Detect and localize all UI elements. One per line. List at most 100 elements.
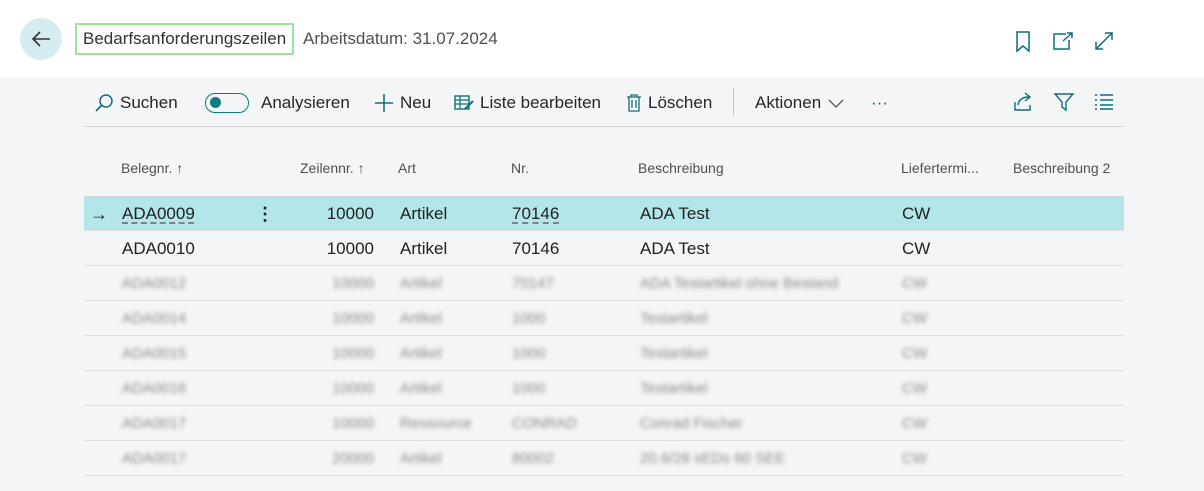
cell-no[interactable]: 1000	[512, 372, 545, 406]
table-row[interactable]: ADA0017 10000 Ressource CONRAD Conrad Fi…	[84, 407, 1124, 441]
trash-icon	[627, 94, 641, 112]
cell-description: 20.6/28 sEDs 60 SEE	[640, 450, 786, 467]
row-arrow-icon: →	[90, 204, 108, 224]
cell-line-no: 10000	[332, 275, 374, 292]
edit-list-icon	[454, 95, 474, 110]
cell-doc-no[interactable]: ADA0010	[122, 232, 195, 266]
more-options-button[interactable]: ···	[871, 84, 888, 122]
cell-line-no: 10000	[326, 239, 374, 258]
new-button[interactable]: Neu	[374, 84, 431, 122]
cell-doc-no[interactable]: ADA0009	[122, 197, 195, 231]
sort-ascending-icon: ↑	[176, 160, 184, 176]
cell-no[interactable]: 70146	[512, 232, 559, 266]
plus-icon	[375, 94, 393, 112]
cell-line-no: 10000	[326, 204, 374, 223]
cell-line-no: 10000	[332, 310, 374, 327]
column-label-doc-no: Belegnr.	[121, 160, 173, 176]
edit-list-label: Liste bearbeiten	[480, 93, 601, 112]
column-label-line-no: Zeilennr.	[300, 160, 354, 176]
table-row[interactable]: ADA0016 10000 Artikel 1000 Testartikel C…	[84, 372, 1124, 406]
cell-no[interactable]: 1000	[512, 302, 545, 336]
cell-delivery: CW	[902, 450, 927, 467]
cell-doc-no[interactable]: ADA0017	[122, 442, 186, 476]
table-row[interactable]: ADA0010 10000 Artikel 70146 ADA Test CW	[84, 232, 1124, 266]
table-row[interactable]: ADA0012 10000 Artikel 70147 ADA Testarti…	[84, 267, 1124, 301]
cell-doc-no[interactable]: ADA0016	[122, 372, 186, 406]
cell-line-no: 20000	[332, 450, 374, 467]
new-label: Neu	[400, 93, 432, 112]
bookmark-icon[interactable]	[1014, 31, 1032, 58]
cell-no[interactable]: 1000	[512, 337, 545, 371]
cell-doc-no[interactable]: ADA0012	[122, 267, 186, 301]
table-row[interactable]: ADA0015 10000 Artikel 1000 Testartikel C…	[84, 337, 1124, 371]
cell-description: ADA Test	[640, 239, 710, 258]
filter-icon[interactable]	[1053, 92, 1075, 117]
table-row[interactable]: → ADA0009 ⋮ 10000 Artikel 70146 ADA Test…	[84, 197, 1124, 231]
actions-label: Aktionen	[755, 93, 822, 112]
cell-description: ADA Testartikel ohne Bestand	[640, 275, 839, 292]
cell-type: Artikel	[400, 239, 448, 258]
cell-type: Artikel	[400, 450, 442, 467]
action-bar: Suchen Analysieren Neu Liste bearbeiten …	[84, 84, 1124, 127]
page-title: Bedarfsanforderungszeilen	[75, 23, 295, 55]
cell-delivery: CW	[902, 380, 927, 397]
cell-no[interactable]: 70147	[512, 267, 554, 301]
toolbar-divider	[733, 88, 734, 116]
cell-line-no: 10000	[332, 345, 374, 362]
cell-type: Ressource	[400, 415, 472, 432]
cell-line-no: 10000	[332, 415, 374, 432]
cell-delivery: CW	[902, 204, 931, 223]
cell-description: Conrad Fischer	[640, 415, 743, 432]
delete-label: Löschen	[648, 93, 713, 112]
cell-description: ADA Test	[640, 204, 710, 223]
cell-type: Artikel	[400, 345, 442, 362]
open-new-window-icon[interactable]	[1052, 31, 1074, 56]
search-button[interactable]: Suchen	[94, 84, 178, 122]
arrow-left-icon	[31, 31, 50, 47]
analyze-label: Analysieren	[261, 93, 350, 112]
back-button[interactable]	[20, 18, 62, 60]
cell-doc-no[interactable]: ADA0017	[122, 407, 186, 441]
chevron-down-icon	[828, 99, 844, 108]
delete-button[interactable]: Löschen	[626, 84, 712, 122]
page-header: Bedarfsanforderungszeilen Arbeitsdatum: …	[0, 0, 1204, 78]
work-date: Arbeitsdatum: 31.07.2024	[303, 29, 498, 48]
column-header-description[interactable]: Beschreibung	[638, 160, 724, 176]
cell-no[interactable]: 70146	[512, 197, 559, 231]
sort-ascending-icon: ↑	[357, 160, 365, 176]
cell-line-no: 10000	[332, 380, 374, 397]
edit-list-button[interactable]: Liste bearbeiten	[454, 84, 601, 122]
column-header-description-2[interactable]: Beschreibung 2	[1013, 160, 1110, 176]
cell-type: Artikel	[400, 310, 442, 327]
share-icon[interactable]	[1012, 92, 1034, 117]
cell-no[interactable]: 80002	[512, 442, 554, 476]
column-header-doc-no[interactable]: Belegnr. ↑	[121, 160, 183, 176]
cell-delivery: CW	[902, 239, 931, 258]
search-label: Suchen	[120, 93, 178, 112]
cell-doc-no[interactable]: ADA0015	[122, 337, 186, 371]
cell-delivery: CW	[902, 275, 927, 292]
column-header-delivery-date[interactable]: Liefertermi...	[901, 160, 979, 176]
cell-type: Artikel	[400, 275, 442, 292]
cell-description: Testartikel	[640, 310, 708, 327]
list-view-icon[interactable]	[1094, 93, 1114, 116]
cell-delivery: CW	[902, 310, 927, 327]
cell-no[interactable]: CONRAD	[512, 407, 577, 441]
expand-icon[interactable]	[1093, 31, 1115, 56]
cell-type: Artikel	[400, 204, 448, 223]
toggle-switch[interactable]	[205, 93, 249, 113]
cell-delivery: CW	[902, 415, 927, 432]
table-row[interactable]: ADA0014 10000 Artikel 1000 Testartikel C…	[84, 302, 1124, 336]
cell-delivery: CW	[902, 345, 927, 362]
analyze-toggle[interactable]: Analysieren	[205, 84, 350, 122]
table-row[interactable]: ADA0017 20000 Artikel 80002 20.6/28 sEDs…	[84, 442, 1124, 476]
row-menu-icon[interactable]: ⋮	[256, 197, 274, 231]
cell-doc-no[interactable]: ADA0014	[122, 302, 186, 336]
column-header-type[interactable]: Art	[398, 160, 416, 176]
search-icon	[95, 94, 113, 112]
cell-description: Testartikel	[640, 380, 708, 397]
cell-description: Testartikel	[640, 345, 708, 362]
actions-menu[interactable]: Aktionen	[755, 84, 845, 122]
column-header-no[interactable]: Nr.	[511, 160, 529, 176]
column-header-line-no[interactable]: Zeilennr. ↑	[300, 160, 365, 176]
